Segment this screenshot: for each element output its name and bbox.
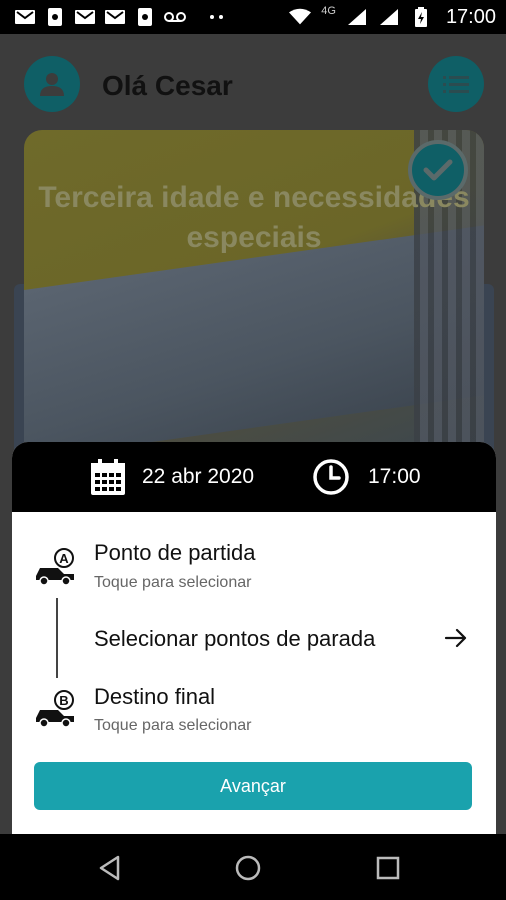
selected-check — [408, 140, 468, 200]
destination-title: Destino final — [94, 684, 216, 709]
status-bar-notifications — [0, 8, 228, 26]
battery-icon — [410, 7, 432, 27]
gmail-icon — [14, 8, 36, 26]
menu-button[interactable] — [428, 56, 484, 112]
list-icon — [443, 76, 469, 93]
time-selector[interactable]: 17:00 — [312, 456, 421, 498]
destination-badge: B — [59, 693, 68, 708]
recents-icon[interactable] — [374, 854, 402, 882]
clock-icon — [313, 459, 349, 495]
avatar[interactable] — [24, 56, 80, 112]
card-peek-left — [14, 284, 24, 464]
clock: 17:00 — [445, 5, 496, 28]
phone-sync-icon — [44, 8, 66, 26]
phone-sync-icon — [134, 8, 156, 26]
origin-badge: A — [59, 551, 69, 566]
time-label: 17:00 — [368, 465, 421, 488]
voicemail-icon — [164, 8, 186, 26]
network-type: 4G — [321, 5, 336, 17]
status-bar-system: 4G 17:00 — [289, 0, 496, 34]
back-icon[interactable] — [96, 854, 124, 882]
gmail-icon — [104, 8, 126, 26]
greeting: Olá Cesar — [102, 70, 233, 101]
date-selector[interactable]: 22 abr 2020 — [90, 456, 254, 498]
datetime-bar: 22 abr 2020 17:00 — [12, 442, 496, 512]
origin-title: Ponto de partida — [94, 540, 256, 565]
check-icon — [423, 159, 453, 181]
origin-subtitle: Toque para selecionar — [94, 574, 252, 591]
advance-button[interactable]: Avançar — [34, 762, 472, 810]
home-icon[interactable] — [234, 854, 262, 882]
destination-subtitle: Toque para selecionar — [94, 717, 252, 734]
route-connector-line — [56, 598, 58, 678]
card-peek-right — [484, 284, 494, 464]
wifi-icon — [289, 8, 312, 26]
car-origin-icon: A — [36, 548, 74, 586]
car-destination-icon: B — [36, 690, 74, 728]
select-stops-label: Selecionar pontos de parada — [94, 626, 376, 651]
arrow-right-icon — [444, 628, 467, 648]
status-bar: 4G 17:00 — [0, 0, 506, 34]
calendar-icon — [91, 459, 125, 495]
signal-icon — [378, 8, 400, 26]
date-label: 22 abr 2020 — [142, 465, 255, 488]
signal-icon — [346, 8, 368, 26]
header: Olá Cesar — [0, 34, 506, 134]
service-card[interactable]: Terceira idade e necessidades especiais — [24, 130, 484, 460]
person-icon — [40, 73, 64, 96]
system-nav-bar — [0, 834, 506, 900]
gmail-icon — [74, 8, 96, 26]
more-icon — [206, 8, 228, 26]
trip-bottom-sheet: 22 abr 2020 17:00 A Ponto de partida Toq… — [12, 442, 496, 834]
